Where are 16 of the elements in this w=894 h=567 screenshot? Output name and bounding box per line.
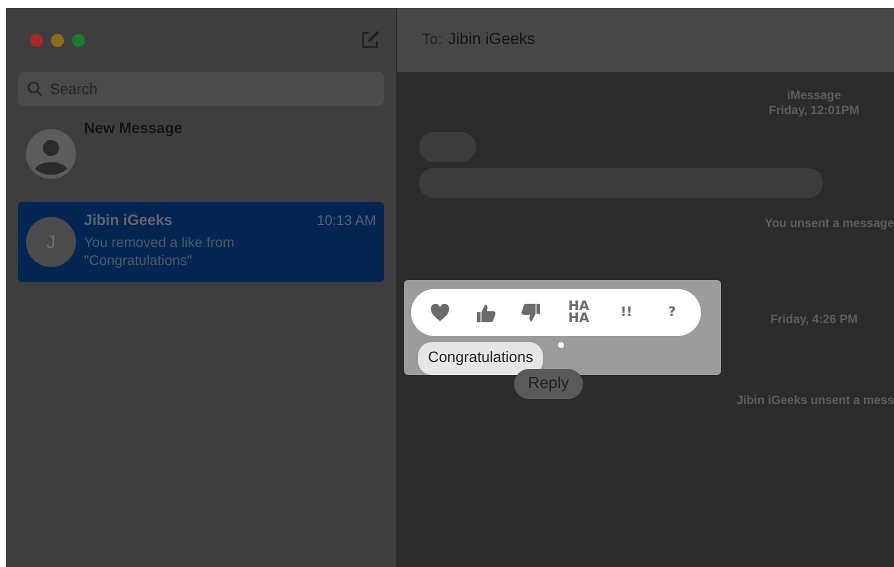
conversation-time: 10:13 AM xyxy=(316,211,376,230)
zoom-window-button[interactable] xyxy=(72,34,85,46)
minimize-window-button[interactable] xyxy=(51,34,64,46)
message-bubble[interactable]: Congratulations xyxy=(418,342,544,374)
reaction-button[interactable]: !! xyxy=(613,306,640,318)
conversation-name: Jibin iGeeks xyxy=(84,211,172,231)
conversation-preview: You removed a like from "Congratulations" xyxy=(84,232,236,268)
thumbs-down-icon[interactable] xyxy=(520,302,542,322)
thumbs-up-icon[interactable] xyxy=(474,302,497,322)
compose-icon[interactable] xyxy=(360,30,380,50)
reaction-button[interactable]: ? xyxy=(658,306,685,318)
reaction-button[interactable]: HA HA xyxy=(564,300,594,324)
heart-icon[interactable] xyxy=(430,304,450,322)
close-window-button[interactable] xyxy=(30,34,43,46)
search-icon xyxy=(27,81,43,97)
person-avatar-icon xyxy=(26,129,76,179)
